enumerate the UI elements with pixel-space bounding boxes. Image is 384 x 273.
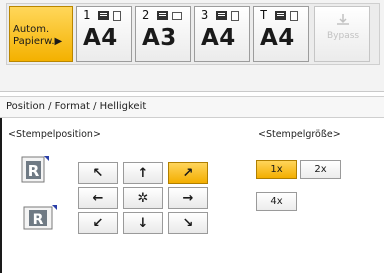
paper-orientation-icon: [231, 11, 239, 21]
paper-orientation-icon: [113, 11, 121, 21]
tray-paper-size: A4: [201, 25, 236, 51]
auto-paper-label-line1: Autom.: [13, 24, 50, 35]
arrow-down-right-icon: ↘: [182, 216, 194, 231]
tray-number: 3: [201, 8, 209, 22]
svg-text:R: R: [28, 162, 40, 180]
tray-3-button[interactable]: 3 A4: [194, 6, 250, 62]
paper-stack-icon: [98, 11, 111, 21]
stamp-position-label: <Stempelposition>: [8, 129, 101, 140]
tray-paper-size: A4: [83, 25, 118, 51]
position-bottom-right-button[interactable]: ↘: [168, 212, 208, 234]
position-center-button[interactable]: ✲: [123, 187, 163, 209]
tray-number: T: [260, 8, 268, 22]
breadcrumb: Position / Format / Helligkeit: [0, 96, 384, 118]
position-top-left-button[interactable]: ↖: [78, 162, 118, 184]
stamp-position-preview-icon: R: [21, 156, 49, 183]
arrow-right-icon: →: [182, 191, 194, 206]
stamp-size-2x-button[interactable]: 2x: [300, 160, 341, 179]
center-icon: ✲: [137, 191, 149, 206]
stamp-size-option-label: 2x: [314, 164, 327, 175]
paper-orientation-icon: [172, 12, 182, 20]
stamp-size-4x-button[interactable]: 4x: [256, 192, 297, 211]
paper-stack-icon: [275, 11, 288, 21]
arrow-up-right-icon: ↗: [182, 166, 194, 181]
position-middle-left-button[interactable]: ←: [78, 187, 118, 209]
position-bottom-left-button[interactable]: ↙: [78, 212, 118, 234]
position-top-center-button[interactable]: ↑: [123, 162, 163, 184]
auto-paper-label-line2: Papierw.▶: [13, 36, 63, 47]
position-middle-right-button[interactable]: →: [168, 187, 208, 209]
arrow-up-icon: ↑: [137, 166, 149, 181]
stamp-size-1x-button[interactable]: 1x: [256, 160, 297, 179]
stamp-size-option-label: 1x: [270, 164, 283, 175]
arrow-left-icon: ←: [92, 191, 104, 206]
position-top-right-button[interactable]: ↗: [168, 162, 208, 184]
breadcrumb-text: Position / Format / Helligkeit: [6, 101, 147, 112]
bypass-tray-button[interactable]: Bypass: [314, 6, 370, 62]
stamp-settings-screen: Autom. Papierw.▶ 1 A4 2 A3 3 A4 T A4 Byp…: [0, 0, 384, 273]
tray-2-button[interactable]: 2 A3: [135, 6, 191, 62]
tray-number: 1: [83, 8, 91, 22]
stamp-size-label: <Stempelgröße>: [258, 129, 341, 140]
paper-orientation-icon: [290, 11, 298, 21]
auto-paper-select-button[interactable]: Autom. Papierw.▶: [9, 6, 73, 62]
tray-paper-size: A3: [142, 25, 177, 51]
arrow-down-icon: ↓: [137, 216, 149, 231]
arrow-down-left-icon: ↙: [92, 216, 104, 231]
paper-stack-icon: [157, 11, 170, 21]
paper-stack-icon: [216, 11, 229, 21]
position-bottom-center-button[interactable]: ↓: [123, 212, 163, 234]
tray-1-button[interactable]: 1 A4: [76, 6, 132, 62]
svg-text:R: R: [33, 212, 44, 228]
paper-tray-bar: Autom. Papierw.▶ 1 A4 2 A3 3 A4 T A4 Byp…: [0, 0, 384, 92]
stamp-size-option-label: 4x: [270, 196, 283, 207]
tray-t-button[interactable]: T A4: [253, 6, 309, 62]
left-border: [0, 118, 2, 273]
tray-paper-size: A4: [260, 25, 295, 51]
stamp-position-preview-landscape-icon: R: [23, 205, 57, 230]
bypass-tray-icon: [337, 14, 349, 25]
arrow-up-left-icon: ↖: [92, 166, 104, 181]
bypass-label: Bypass: [327, 31, 360, 41]
tray-number: 2: [142, 8, 150, 22]
